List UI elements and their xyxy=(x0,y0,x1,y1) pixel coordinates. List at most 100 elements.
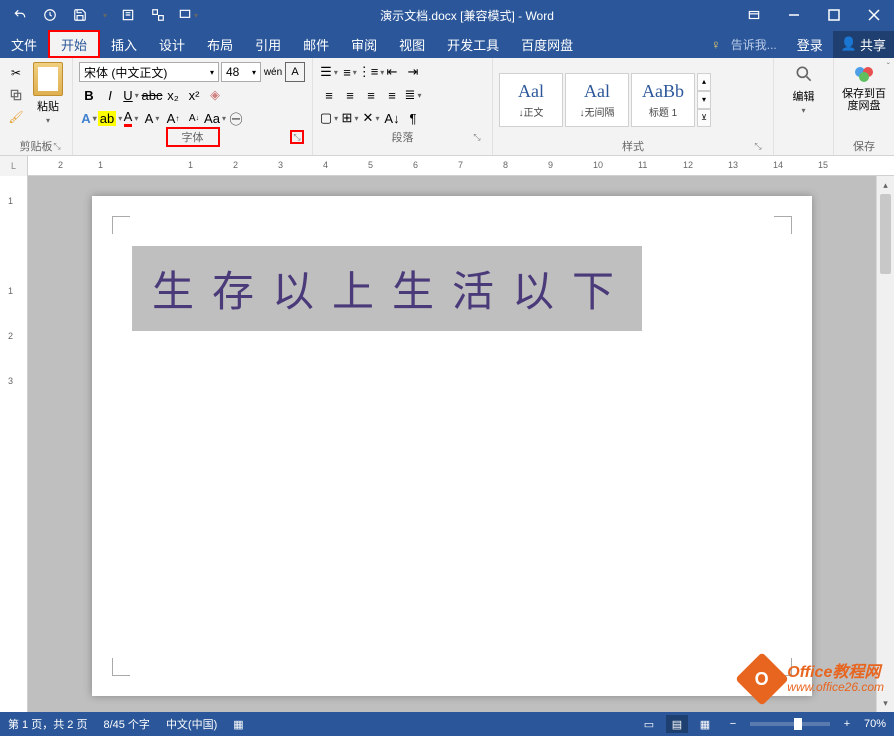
qat-customize[interactable] xyxy=(176,3,200,27)
minimize-button[interactable] xyxy=(774,0,814,30)
change-case-button[interactable]: Aa xyxy=(205,108,225,128)
margin-corner-bl xyxy=(112,658,130,676)
tab-review[interactable]: 审阅 xyxy=(340,30,388,58)
print-layout-button[interactable]: ▤ xyxy=(666,715,688,733)
styles-scroll-up[interactable]: ▴ xyxy=(697,73,711,91)
grow-font-button[interactable]: A↑ xyxy=(163,108,183,128)
zoom-percent[interactable]: 70% xyxy=(864,718,886,730)
redo-button[interactable] xyxy=(38,3,62,27)
phonetic-guide-button[interactable]: wén xyxy=(263,62,283,82)
tab-layout[interactable]: 布局 xyxy=(196,30,244,58)
undo-button[interactable] xyxy=(8,3,32,27)
person-icon: 👤 xyxy=(841,36,857,52)
login-button[interactable]: 登录 xyxy=(787,35,833,54)
language-status[interactable]: 中文(中国) xyxy=(166,716,217,732)
menu-bar: 文件 开始 插入 设计 布局 引用 邮件 审阅 视图 开发工具 百度网盘 ♀ 告… xyxy=(0,30,894,58)
text-effects-button[interactable]: A xyxy=(79,108,99,128)
font-name-select[interactable]: 宋体 (中文正文)▾ xyxy=(79,62,219,82)
sort-button[interactable]: A↓ xyxy=(382,108,402,128)
styles-scroll-down[interactable]: ▾ xyxy=(697,91,711,109)
distribute-button[interactable]: ≣ xyxy=(403,85,423,105)
group-styles: Aal↓正文 Aal↓无间隔 AaBb标题 1 ▴ ▾ ⊻ 样式⤡ xyxy=(493,58,774,155)
copy-button[interactable] xyxy=(6,86,26,104)
tell-me-input[interactable]: 告诉我... xyxy=(721,36,787,53)
bullets-button[interactable]: ☰ xyxy=(319,62,339,82)
scroll-thumb[interactable] xyxy=(880,194,891,274)
close-button[interactable] xyxy=(854,0,894,30)
align-left-button[interactable]: ≡ xyxy=(319,85,339,105)
char-shading-button[interactable]: A xyxy=(142,108,162,128)
superscript-button[interactable]: x² xyxy=(184,85,204,105)
web-layout-button[interactable]: ▦ xyxy=(694,715,716,733)
paste-button[interactable]: 粘贴 ▾ xyxy=(30,62,66,137)
save-baidu-button[interactable]: 保存到百度网盘 xyxy=(840,62,888,137)
vertical-scrollbar[interactable]: ▴ ▾ xyxy=(876,176,894,712)
style-heading1[interactable]: AaBb标题 1 xyxy=(631,73,695,127)
tab-insert[interactable]: 插入 xyxy=(100,30,148,58)
watermark: O Office教程网 www.office26.com xyxy=(743,660,884,698)
multilevel-button[interactable]: ⋮≡ xyxy=(361,62,381,82)
save-label: 保存 xyxy=(853,138,875,154)
selected-text[interactable]: 生存以上生活以下 xyxy=(132,246,642,331)
enclose-char-button[interactable]: ㊀ xyxy=(226,108,246,128)
zoom-out-button[interactable]: − xyxy=(722,715,744,733)
find-button[interactable]: 编辑 ▾ xyxy=(792,62,816,137)
zoom-slider[interactable] xyxy=(750,722,830,726)
styles-launcher[interactable]: ⤡ xyxy=(751,139,765,153)
borders-button[interactable]: ⊞ xyxy=(340,108,360,128)
qat-btn-2[interactable] xyxy=(146,3,170,27)
bold-button[interactable]: B xyxy=(79,85,99,105)
collapse-ribbon-button[interactable]: ˇ xyxy=(887,62,890,73)
show-marks-button[interactable]: ¶ xyxy=(403,108,423,128)
subscript-button[interactable]: x₂ xyxy=(163,85,183,105)
shading-button[interactable]: ▢ xyxy=(319,108,339,128)
save-button[interactable] xyxy=(68,3,92,27)
tab-developer[interactable]: 开发工具 xyxy=(436,30,510,58)
decrease-indent-button[interactable]: ⇤ xyxy=(382,62,402,82)
style-normal[interactable]: Aal↓正文 xyxy=(499,73,563,127)
save-dropdown[interactable] xyxy=(98,3,110,27)
strikethrough-button[interactable]: abc xyxy=(142,85,162,105)
tab-view[interactable]: 视图 xyxy=(388,30,436,58)
word-count[interactable]: 8/45 个字 xyxy=(103,716,149,732)
tab-file[interactable]: 文件 xyxy=(0,30,48,58)
maximize-button[interactable] xyxy=(814,0,854,30)
tab-references[interactable]: 引用 xyxy=(244,30,292,58)
scroll-up-button[interactable]: ▴ xyxy=(877,176,894,194)
font-color-button[interactable]: A xyxy=(121,108,141,128)
tab-mailings[interactable]: 邮件 xyxy=(292,30,340,58)
highlight-button[interactable]: ab xyxy=(100,108,120,128)
styles-expand[interactable]: ⊻ xyxy=(697,109,711,127)
page-status[interactable]: 第 1 页，共 2 页 xyxy=(8,716,87,732)
ruler-vertical[interactable]: 1 1 2 3 xyxy=(0,176,28,712)
ruler-h-track[interactable]: 2 1 1 2 3 4 5 6 7 8 9 10 11 12 13 14 15 xyxy=(28,156,894,176)
shrink-font-button[interactable]: A↓ xyxy=(184,108,204,128)
clipboard-launcher[interactable]: ⤡ xyxy=(50,139,64,153)
clear-format-button[interactable]: ◈ xyxy=(205,85,225,105)
cut-button[interactable]: ✂ xyxy=(6,64,26,82)
font-size-select[interactable]: 48▾ xyxy=(221,62,261,82)
share-button[interactable]: 👤共享 xyxy=(833,31,894,58)
macro-icon[interactable]: ▦ xyxy=(233,718,243,731)
ribbon-options-button[interactable] xyxy=(734,0,774,30)
font-launcher[interactable]: ⤡ xyxy=(290,130,304,144)
style-no-spacing[interactable]: Aal↓无间隔 xyxy=(565,73,629,127)
underline-button[interactable]: U xyxy=(121,85,141,105)
italic-button[interactable]: I xyxy=(100,85,120,105)
page-viewport[interactable]: 生存以上生活以下 xyxy=(28,176,876,712)
zoom-thumb[interactable] xyxy=(794,718,802,730)
read-mode-button[interactable]: ▭ xyxy=(638,715,660,733)
tab-home[interactable]: 开始 xyxy=(48,30,100,58)
paragraph-launcher[interactable]: ⤡ xyxy=(470,130,484,144)
align-right-button[interactable]: ≡ xyxy=(361,85,381,105)
tab-design[interactable]: 设计 xyxy=(148,30,196,58)
qat-btn-1[interactable] xyxy=(116,3,140,27)
increase-indent-button[interactable]: ⇥ xyxy=(403,62,423,82)
format-painter-button[interactable]: 🖌 xyxy=(6,108,26,126)
zoom-in-button[interactable]: + xyxy=(836,715,858,733)
align-center-button[interactable]: ≡ xyxy=(340,85,360,105)
justify-button[interactable]: ≡ xyxy=(382,85,402,105)
tab-baidu[interactable]: 百度网盘 xyxy=(510,30,584,58)
char-border-button[interactable]: A xyxy=(285,62,305,82)
text-direction-button[interactable]: ✕ xyxy=(361,108,381,128)
